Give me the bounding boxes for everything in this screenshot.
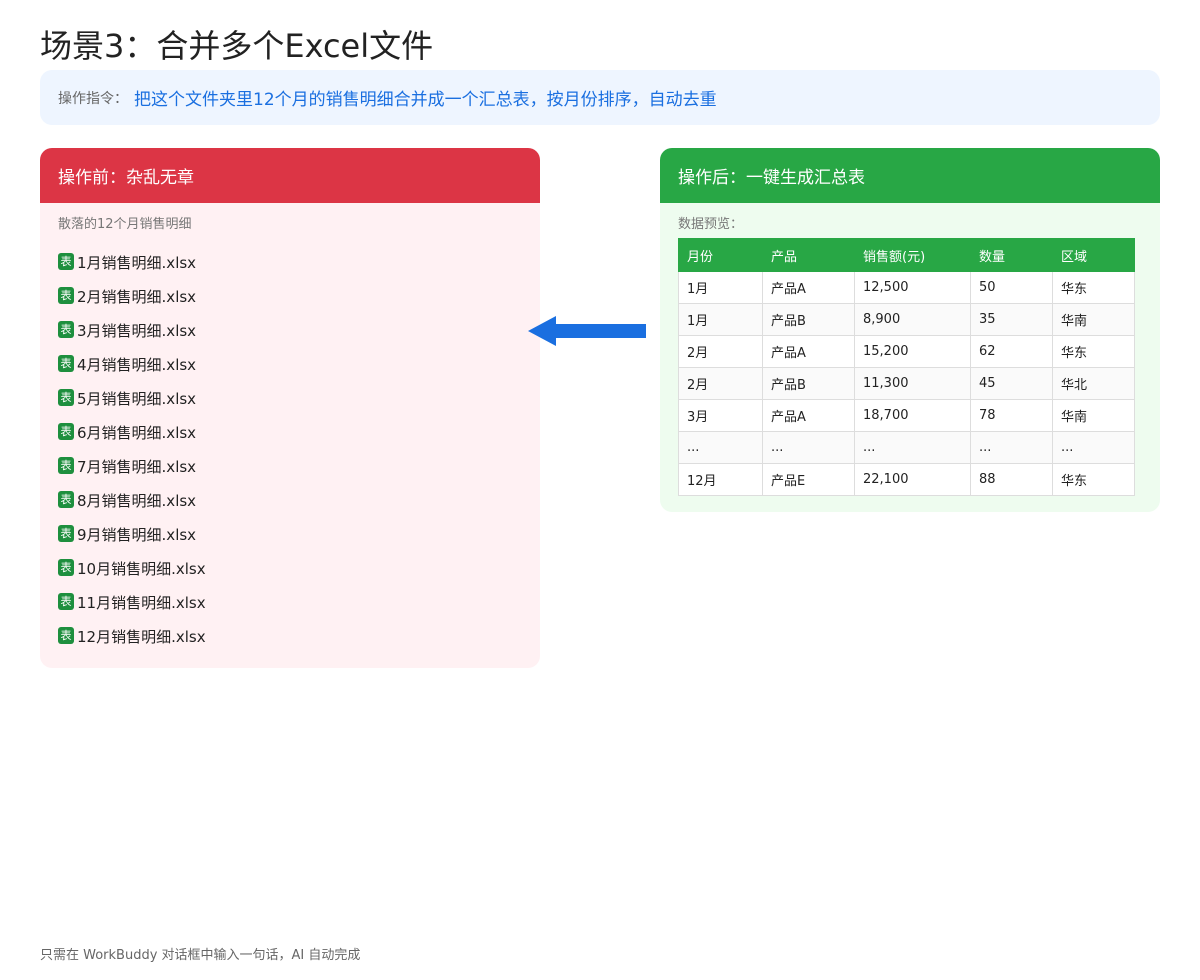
file-name: 3月销售明细.xlsx (77, 322, 197, 340)
file-name: 4月销售明细.xlsx (77, 356, 197, 374)
file-item[interactable]: 表 7月销售明细.xlsx (58, 456, 540, 490)
table-cell: 华北 (1052, 367, 1135, 400)
table-row: 2月 产品A 15,200 62 华东 (678, 335, 1135, 368)
instruction-label: 操作指令： (58, 90, 128, 107)
table-cell: 15,200 (854, 335, 971, 368)
table-cell: 1月 (678, 303, 763, 336)
table-cell: 88 (970, 463, 1053, 496)
file-item[interactable]: 表 9月销售明细.xlsx (58, 524, 540, 558)
preview-table: 月份 产品 销售额(元) 数量 区域 1月 产品A 12,500 50 华东 1月 产品B 8,900… (678, 238, 1135, 496)
excel-file-icon: 表 (58, 287, 74, 304)
file-item[interactable]: 表 5月销售明细.xlsx (58, 388, 540, 422)
excel-file-icon: 表 (58, 491, 74, 508)
file-item[interactable]: 表 11月销售明细.xlsx (58, 592, 540, 626)
table-cell: 2月 (678, 335, 763, 368)
table-cell: 华南 (1052, 303, 1135, 336)
file-name: 7月销售明细.xlsx (77, 458, 197, 476)
file-item[interactable]: 表 3月销售明细.xlsx (58, 320, 540, 354)
excel-file-icon: 表 (58, 457, 74, 474)
file-name: 6月销售明细.xlsx (77, 424, 197, 442)
instruction-box: 操作指令： 把这个文件夹里12个月的销售明细合并成一个汇总表，按月份排序，自动去… (40, 70, 1160, 125)
column-header: 产品 (762, 238, 855, 272)
table-cell: 华东 (1052, 463, 1135, 496)
table-cell: 产品A (762, 335, 855, 368)
table-cell: 华南 (1052, 399, 1135, 432)
file-name: 10月销售明细.xlsx (77, 560, 206, 578)
after-panel: 操作后：一键生成汇总表 数据预览： 月份 产品 销售额(元) 数量 区域 1月 产品A 12… (660, 148, 1160, 512)
table-row: 1月 产品A 12,500 50 华东 (678, 271, 1135, 304)
table-cell: 华东 (1052, 271, 1135, 304)
excel-file-icon: 表 (58, 253, 74, 270)
preview-label: 数据预览： (678, 217, 744, 232)
table-cell: 35 (970, 303, 1053, 336)
footer-note: 只需在 WorkBuddy 对话框中输入一句话，AI 自动完成 (40, 948, 361, 963)
table-body: 1月 产品A 12,500 50 华东 1月 产品B 8,900 35 华南 2月 产品A 15,200… (678, 271, 1135, 496)
file-name: 12月销售明细.xlsx (77, 628, 206, 646)
excel-file-icon: 表 (58, 525, 74, 542)
table-cell: 50 (970, 271, 1053, 304)
table-cell: ... (678, 431, 763, 464)
excel-file-icon: 表 (58, 423, 74, 440)
excel-file-icon: 表 (58, 389, 74, 406)
excel-file-icon: 表 (58, 593, 74, 610)
table-cell: ... (970, 431, 1053, 464)
file-item[interactable]: 表 12月销售明细.xlsx (58, 626, 540, 660)
file-name: 9月销售明细.xlsx (77, 526, 197, 544)
file-name: 8月销售明细.xlsx (77, 492, 197, 510)
column-header: 月份 (678, 238, 763, 272)
table-row: 12月 产品E 22,100 88 华东 (678, 463, 1135, 496)
table-row: ............... (678, 431, 1135, 464)
table-cell: 8,900 (854, 303, 971, 336)
file-name: 2月销售明细.xlsx (77, 288, 197, 306)
table-cell: 18,700 (854, 399, 971, 432)
table-cell: ... (1052, 431, 1135, 464)
file-name: 11月销售明细.xlsx (77, 594, 206, 612)
column-header: 数量 (970, 238, 1053, 272)
file-item[interactable]: 表 6月销售明细.xlsx (58, 422, 540, 456)
file-item[interactable]: 表 4月销售明细.xlsx (58, 354, 540, 388)
table-cell: 2月 (678, 367, 763, 400)
file-list: 表 1月销售明细.xlsx 表 2月销售明细.xlsx 表 3月销售明细.xlsx 表 4月销… (40, 232, 540, 660)
file-item[interactable]: 表 1月销售明细.xlsx (58, 252, 540, 286)
table-cell: 12月 (678, 463, 763, 496)
excel-file-icon: 表 (58, 355, 74, 372)
table-cell: 11,300 (854, 367, 971, 400)
table-cell: 华东 (1052, 335, 1135, 368)
file-item[interactable]: 表 8月销售明细.xlsx (58, 490, 540, 524)
excel-file-icon: 表 (58, 321, 74, 338)
file-item[interactable]: 表 2月销售明细.xlsx (58, 286, 540, 320)
before-panel-header: 操作前：杂乱无章 (40, 148, 540, 203)
table-cell: 产品A (762, 271, 855, 304)
table-row: 3月 产品A 18,700 78 华南 (678, 399, 1135, 432)
table-cell: 45 (970, 367, 1053, 400)
table-cell: 78 (970, 399, 1053, 432)
table-row: 1月 产品B 8,900 35 华南 (678, 303, 1135, 336)
table-cell: 3月 (678, 399, 763, 432)
file-name: 5月销售明细.xlsx (77, 390, 197, 408)
table-cell: 12,500 (854, 271, 971, 304)
excel-file-icon: 表 (58, 627, 74, 644)
column-header: 区域 (1052, 238, 1135, 272)
table-header-row: 月份 产品 销售额(元) 数量 区域 (678, 238, 1135, 272)
arrow-left-icon (528, 316, 646, 346)
excel-file-icon: 表 (58, 559, 74, 576)
after-panel-header: 操作后：一键生成汇总表 (660, 148, 1160, 203)
file-item[interactable]: 表 10月销售明细.xlsx (58, 558, 540, 592)
before-panel: 操作前：杂乱无章 散落的12个月销售明细 表 1月销售明细.xlsx 表 2月销售明细… (40, 148, 540, 668)
table-cell: ... (762, 431, 855, 464)
table-row: 2月 产品B 11,300 45 华北 (678, 367, 1135, 400)
instruction-text: 把这个文件夹里12个月的销售明细合并成一个汇总表，按月份排序，自动去重 (134, 90, 717, 110)
file-name: 1月销售明细.xlsx (77, 254, 197, 272)
table-cell: 产品B (762, 367, 855, 400)
table-cell: 产品E (762, 463, 855, 496)
column-header: 销售额(元) (854, 238, 971, 272)
table-cell: 62 (970, 335, 1053, 368)
table-cell: 产品A (762, 399, 855, 432)
table-cell: 产品B (762, 303, 855, 336)
table-cell: 1月 (678, 271, 763, 304)
table-cell: ... (854, 431, 971, 464)
page-title: 场景3：合并多个Excel文件 (40, 27, 434, 65)
table-cell: 22,100 (854, 463, 971, 496)
before-panel-subtitle: 散落的12个月销售明细 (58, 217, 192, 232)
